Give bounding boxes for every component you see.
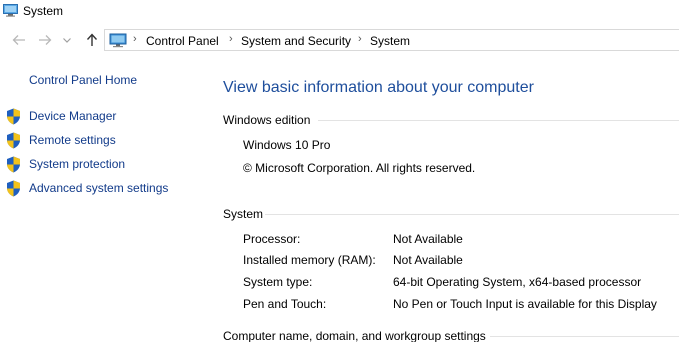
windows-edition-name: Windows 10 Pro [243, 138, 331, 152]
task-label: Device Manager [29, 109, 117, 123]
system-type-value: 64-bit Operating System, x64-based proce… [393, 275, 642, 289]
system-type-label: System type: [243, 275, 313, 289]
uac-shield-icon [7, 180, 20, 197]
address-bar[interactable]: › Control Panel › System and Security › … [104, 29, 679, 51]
section-divider [490, 336, 679, 337]
navigation-bar: › Control Panel › System and Security › … [0, 28, 679, 52]
computer-icon [3, 4, 18, 17]
processor-label: Processor: [243, 232, 301, 246]
pen-and-touch-label: Pen and Touch: [243, 297, 327, 311]
breadcrumb-separator-icon[interactable]: › [229, 33, 233, 45]
breadcrumb-separator-icon[interactable]: › [133, 33, 137, 45]
breadcrumb-separator-icon[interactable]: › [358, 33, 362, 45]
recent-locations-button[interactable] [58, 31, 76, 49]
page-title: View basic information about your comput… [223, 79, 534, 96]
up-arrow-icon [86, 33, 98, 46]
section-heading-system: System [223, 207, 264, 221]
title-bar: System [0, 0, 679, 24]
copyright-text: © Microsoft Corporation. All rights rese… [243, 161, 476, 175]
up-button[interactable] [83, 31, 101, 49]
task-device-manager[interactable]: Device Manager [6, 107, 206, 125]
task-advanced-system-settings[interactable]: Advanced system settings [6, 179, 206, 197]
window-title: System [23, 4, 64, 18]
uac-shield-icon [7, 132, 20, 149]
task-label: Remote settings [29, 133, 116, 147]
section-divider [318, 120, 679, 121]
section-heading-computer-name: Computer name, domain, and workgroup set… [223, 329, 486, 342]
uac-shield-icon [7, 108, 20, 125]
installed-memory-label: Installed memory (RAM): [243, 253, 376, 267]
section-heading-windows-edition: Windows edition [223, 113, 311, 127]
breadcrumb-system-and-security[interactable]: System and Security [241, 34, 351, 48]
chevron-down-icon [63, 38, 71, 43]
uac-shield-icon [7, 156, 20, 173]
task-label: System protection [29, 157, 126, 171]
task-label: Advanced system settings [29, 181, 169, 195]
system-window: System › Control Panel › System and Secu… [0, 0, 679, 342]
breadcrumb-control-panel[interactable]: Control Panel [146, 34, 219, 48]
back-arrow-icon [12, 35, 25, 45]
processor-value: Not Available [393, 232, 463, 246]
breadcrumb-system[interactable]: System [370, 34, 410, 48]
forward-arrow-icon [39, 35, 52, 45]
back-button[interactable] [10, 31, 28, 49]
task-system-protection[interactable]: System protection [6, 155, 206, 173]
pen-and-touch-value: No Pen or Touch Input is available for t… [393, 297, 657, 311]
installed-memory-value: Not Available [393, 253, 463, 267]
forward-button[interactable] [36, 31, 54, 49]
section-divider [265, 214, 679, 215]
control-panel-home-link[interactable]: Control Panel Home [29, 73, 137, 87]
control-panel-icon [109, 33, 127, 48]
task-remote-settings[interactable]: Remote settings [6, 131, 206, 149]
